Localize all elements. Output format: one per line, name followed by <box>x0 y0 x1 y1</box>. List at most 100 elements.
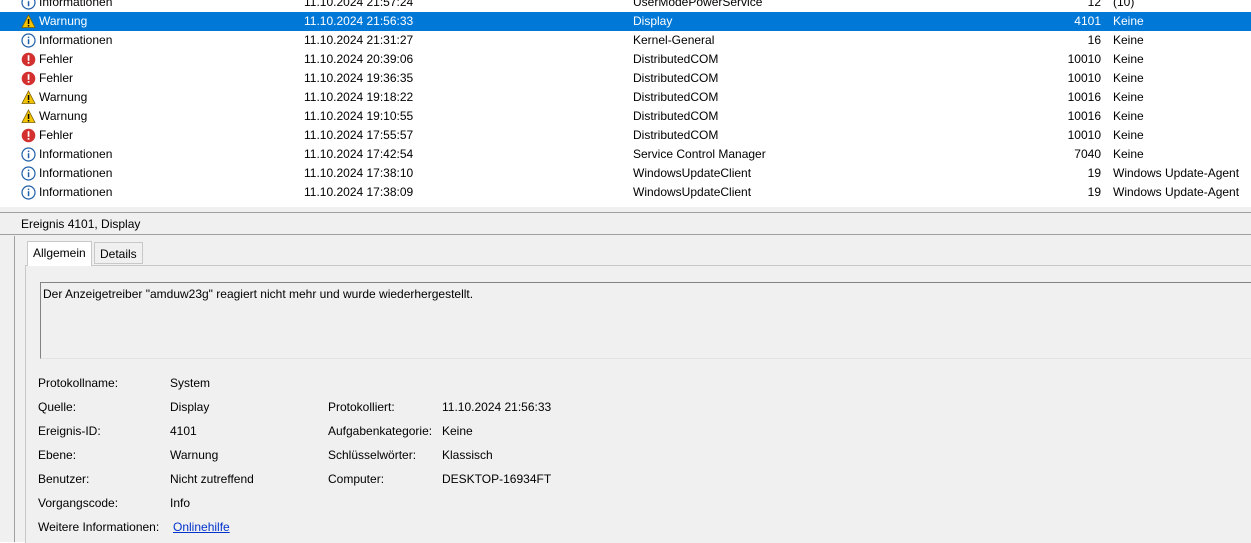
event-id: 10010 <box>1068 50 1101 69</box>
event-level: Fehler <box>39 50 73 69</box>
event-id: 19 <box>1088 164 1101 183</box>
tab-panel-allgemein: Der Anzeigetreiber "amduw23g" reagiert n… <box>25 265 1251 543</box>
event-id: 12 <box>1088 0 1101 12</box>
event-source: WindowsUpdateClient <box>633 164 751 183</box>
event-level: Informationen <box>39 164 112 183</box>
event-date: 11.10.2024 21:57:24 <box>304 0 413 12</box>
event-category: Keine <box>1113 69 1144 88</box>
value-ebene: Warnung <box>170 448 218 462</box>
label-protokollname: Protokollname: <box>38 376 118 390</box>
value-vorgangscode: Info <box>170 496 190 510</box>
error-icon <box>21 71 36 86</box>
event-row[interactable]: Fehler 11.10.2024 19:36:35 DistributedCOM 1… <box>0 69 1251 88</box>
warning-icon <box>21 90 36 105</box>
event-level: Warnung <box>39 88 87 107</box>
info-icon <box>21 185 36 200</box>
event-list[interactable]: Informationen 11.10.2024 21:57:24 UserMode… <box>0 0 1251 208</box>
event-id: 10016 <box>1068 88 1101 107</box>
event-row[interactable]: Warnung11.10.2024 21:56:33Display4101Kei… <box>0 12 1251 31</box>
onlinehilfe-link[interactable]: Onlinehilfe <box>173 520 230 534</box>
value-benutzer: Nicht zutreffend <box>170 472 254 486</box>
event-row[interactable]: Informationen 11.10.2024 21:57:24 UserMode… <box>0 0 1251 12</box>
label-vorgangscode: Vorgangscode: <box>38 496 118 510</box>
event-category: Keine <box>1113 145 1144 164</box>
event-date: 11.10.2024 21:56:33 <box>304 12 413 31</box>
event-source: UserModePowerService <box>633 0 762 12</box>
event-date: 11.10.2024 17:42:54 <box>304 145 413 164</box>
event-row[interactable]: Informationen 11.10.2024 17:38:10 WindowsU… <box>0 164 1251 183</box>
label-benutzer: Benutzer: <box>38 472 89 486</box>
event-category: Keine <box>1113 50 1144 69</box>
info-icon <box>21 33 36 48</box>
event-source: DistributedCOM <box>633 69 718 88</box>
error-icon <box>21 128 36 143</box>
info-icon <box>21 0 36 10</box>
warning-icon <box>21 109 36 124</box>
label-computer: Computer: <box>328 472 384 486</box>
label-ereignis-id: Ereignis-ID: <box>38 424 101 438</box>
event-row[interactable]: Fehler 11.10.2024 20:39:06 DistributedCOM 1… <box>0 50 1251 69</box>
event-category: Keine <box>1113 12 1144 31</box>
event-level: Informationen <box>39 0 112 12</box>
event-row[interactable]: Warnung 11.10.2024 19:18:22 DistributedCOM… <box>0 88 1251 107</box>
event-level: Fehler <box>39 69 73 88</box>
event-level: Informationen <box>39 145 112 164</box>
value-protokollname: System <box>170 376 210 390</box>
event-category: Keine <box>1113 107 1144 126</box>
event-category: Keine <box>1113 31 1144 50</box>
event-row[interactable]: Informationen 11.10.2024 17:42:54 Service … <box>0 145 1251 164</box>
event-id: 19 <box>1088 183 1101 202</box>
event-message-text: Der Anzeigetreiber "amduw23g" reagiert n… <box>43 287 473 301</box>
event-level: Fehler <box>39 126 73 145</box>
event-source: Kernel-General <box>633 31 714 50</box>
event-source: Service Control Manager <box>633 145 766 164</box>
label-protokolliert: Protokolliert: <box>328 400 395 414</box>
event-category: Windows Update-Agent <box>1113 164 1239 183</box>
label-weitere-informationen: Weitere Informationen: <box>38 520 159 534</box>
value-computer: DESKTOP-16934FT <box>442 472 551 486</box>
event-level: Warnung <box>39 12 87 31</box>
event-source: DistributedCOM <box>633 88 718 107</box>
tab-details[interactable]: Details <box>94 242 143 264</box>
event-id: 16 <box>1088 31 1101 50</box>
value-quelle: Display <box>170 400 209 414</box>
value-schluesselwoerter: Klassisch <box>442 448 493 462</box>
value-ereignis-id: 4101 <box>170 424 197 438</box>
event-level: Informationen <box>39 31 112 50</box>
event-source: Display <box>633 12 672 31</box>
value-protokolliert: 11.10.2024 21:56:33 <box>442 400 551 414</box>
event-date: 11.10.2024 19:18:22 <box>304 88 413 107</box>
event-id: 10016 <box>1068 107 1101 126</box>
warning-icon <box>21 14 36 29</box>
event-category: (10) <box>1113 0 1134 12</box>
event-date: 11.10.2024 17:38:10 <box>304 164 413 183</box>
event-source: DistributedCOM <box>633 126 718 145</box>
info-icon <box>21 166 36 181</box>
event-row[interactable]: Informationen 11.10.2024 21:31:27 Kernel-G… <box>0 31 1251 50</box>
label-quelle: Quelle: <box>38 400 76 414</box>
event-date: 11.10.2024 17:55:57 <box>304 126 413 145</box>
event-source: DistributedCOM <box>633 50 718 69</box>
event-detail-body: Allgemein Details Der Anzeigetreiber "am… <box>14 236 1251 542</box>
event-date: 11.10.2024 20:39:06 <box>304 50 413 69</box>
value-aufgabenkategorie: Keine <box>442 424 473 438</box>
event-source: WindowsUpdateClient <box>633 183 751 202</box>
event-date: 11.10.2024 21:31:27 <box>304 31 413 50</box>
label-ebene: Ebene: <box>38 448 76 462</box>
event-row[interactable]: Fehler11.10.2024 17:55:57DistributedCOM1… <box>0 126 1251 145</box>
event-id: 7040 <box>1074 145 1101 164</box>
error-icon <box>21 52 36 67</box>
event-date: 11.10.2024 19:36:35 <box>304 69 413 88</box>
event-row[interactable]: Informationen11.10.2024 17:38:09WindowsU… <box>0 183 1251 202</box>
tab-allgemein[interactable]: Allgemein <box>27 241 92 266</box>
event-category: Keine <box>1113 88 1144 107</box>
event-date: 11.10.2024 19:10:55 <box>304 107 413 126</box>
event-id: 10010 <box>1068 69 1101 88</box>
label-aufgabenkategorie: Aufgabenkategorie: <box>328 424 432 438</box>
event-detail-title: Ereignis 4101, Display <box>0 213 1251 235</box>
label-schluesselwoerter: Schlüsselwörter: <box>328 448 416 462</box>
event-detail-pane: Ereignis 4101, Display Allgemein Details… <box>0 213 1251 542</box>
event-message-box[interactable]: Der Anzeigetreiber "amduw23g" reagiert n… <box>40 282 1251 359</box>
event-category: Keine <box>1113 126 1144 145</box>
event-row[interactable]: Warnung11.10.2024 19:10:55DistributedCOM… <box>0 107 1251 126</box>
